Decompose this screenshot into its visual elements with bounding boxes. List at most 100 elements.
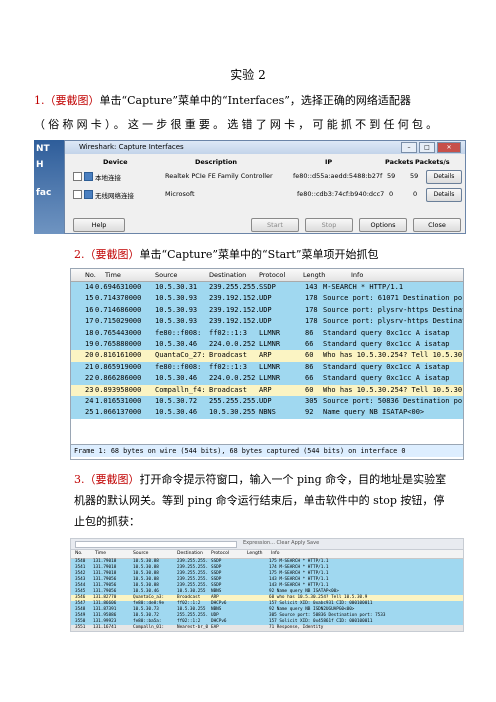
filter-input[interactable]: [75, 541, 237, 548]
packet-destination: ff02::1:3: [209, 362, 247, 371]
interface-checkbox[interactable]: [73, 172, 82, 181]
capture-interfaces-screenshot: NT Hfac Wireshark: Capture Interfaces – □…: [34, 140, 466, 234]
packet-source: 10.5.30.93: [155, 317, 198, 326]
header-ip: IP: [325, 158, 333, 166]
start-button[interactable]: Start: [251, 218, 299, 232]
packet-no: 19: [85, 339, 94, 348]
packet-info: M-SEARCH * HTTP/1.1: [323, 283, 404, 291]
packet-protocol: LLMNR: [259, 339, 281, 348]
step3-paragraph: 3.（要截图）打开命令提示符窗口，输入一个 ping 命令，目的地址是实验室机器…: [74, 469, 454, 532]
packet-destination: 255.255.255.: [209, 396, 260, 405]
packet-info: 71 Response, Identity: [269, 625, 324, 630]
packet-length: 60: [305, 351, 314, 360]
step1-text-b: （俗称网卡）。这一步很重要。选错了网卡，可能抓不到任何包。: [34, 118, 441, 131]
maximize-icon[interactable]: □: [419, 142, 435, 153]
packet-list-header: No. Time Source Destination Protocol Len…: [71, 550, 463, 559]
interface-packets: 59: [387, 172, 396, 180]
packet-no: 3551: [75, 625, 86, 630]
interface-row[interactable]: 无线网络连接 Microsoft fe80::cdb3:74cf:b940:dc…: [65, 187, 465, 202]
packet-source: fe80::f008:: [155, 328, 202, 337]
packet-time: 0.715029000: [95, 317, 142, 326]
close-button[interactable]: Close: [413, 218, 461, 232]
packet-length: 66: [305, 339, 314, 348]
packet-destination: 239.255.255.: [209, 283, 260, 291]
col-protocol: Protocol: [259, 271, 286, 279]
table-row[interactable]: 20 0.816161000 QuantaCo_27: Broadcast ARP 60 W…: [71, 350, 464, 362]
table-row[interactable]: 25 1.066137000 10.5.30.46 10.5.30.255 NBNS 92…: [71, 407, 463, 419]
capture-interfaces-dialog: Wireshark: Capture Interfaces – □ ✕ Devi…: [64, 140, 466, 234]
packet-time: 0.714370000: [95, 294, 142, 303]
packet-source: 10.5.30.31: [155, 283, 198, 291]
table-row[interactable]: 23 0.893958000 Compalln_f4: Broadcast ARP 60 W…: [71, 384, 463, 396]
packet-source: 10.5.30.46: [155, 339, 198, 348]
interfaces-header: Device Description IP Packets Packets/s: [65, 158, 465, 168]
table-row[interactable]: 15 0.714370000 10.5.30.93 239.192.152. UDP 17…: [71, 293, 463, 305]
table-row[interactable]: 19 0.765880000 10.5.30.46 224.0.0.252 LLMNR 6…: [71, 338, 463, 351]
table-row[interactable]: 18 0.765443000 fe80::f008: ff02::1:3 LLMNR 86…: [71, 327, 463, 339]
table-row[interactable]: 21 0.865919000 fe80::f008: ff02::1:3 LLMNR 86…: [71, 361, 463, 374]
packet-list-rows: 3540 131.79018 10.5.30.88 239.255.255. SSDP 1…: [71, 559, 463, 631]
details-button[interactable]: Details: [426, 170, 462, 184]
col-length: Length: [303, 271, 326, 279]
table-row[interactable]: 3551 131.16741 Compalln_01: Nearest-br_0 EAP…: [71, 625, 463, 631]
packet-protocol: UDP: [259, 396, 272, 405]
packet-no: 14: [85, 283, 94, 291]
table-row[interactable]: 17 0.715029000 10.5.30.93 239.192.152. UDP 17…: [71, 316, 463, 328]
packet-no: 17: [85, 317, 94, 326]
packet-destination: 239.192.152.: [209, 294, 260, 303]
packet-destination: Nearest-br_0: [177, 625, 209, 630]
packet-length: 178: [305, 305, 318, 314]
packet-no: 23: [85, 385, 94, 394]
packet-protocol: UDP: [259, 294, 272, 303]
interface-checkbox[interactable]: [73, 190, 82, 199]
stop-button[interactable]: Stop: [305, 218, 353, 232]
minimize-icon[interactable]: –: [401, 142, 417, 153]
packet-destination: 239.192.152.: [209, 305, 260, 314]
packet-info: Standard query 0xc1cc A isatap: [323, 374, 450, 383]
background-app-strip: NT Hfac: [34, 140, 64, 234]
filter-toolbar: Expression... Clear Apply Save: [71, 539, 463, 550]
options-button[interactable]: Options: [359, 218, 407, 232]
packet-info: Who has 10.5.30.254? Tell 10.5.30.74: [323, 351, 464, 360]
table-row[interactable]: 14 0.694631000 10.5.30.31 239.255.255. SSDP 1…: [71, 282, 463, 294]
packet-source: 10.5.30.93: [155, 294, 198, 303]
packet-destination: 224.0.0.252: [209, 374, 256, 383]
col-source: Source: [133, 551, 149, 556]
packet-time: 0.694631000: [95, 283, 142, 291]
col-time: Time: [95, 551, 107, 556]
col-info: Info: [351, 271, 364, 279]
packet-protocol: ARP: [259, 385, 272, 394]
table-row[interactable]: 16 0.714686000 10.5.30.93 239.192.152. UDP 17…: [71, 304, 463, 317]
packet-info: Standard query 0xc1cc A isatap: [323, 328, 450, 337]
table-row[interactable]: 24 1.016531000 10.5.30.72 255.255.255. UDP 30…: [71, 395, 463, 408]
dialog-title: Wireshark: Capture Interfaces: [79, 143, 184, 151]
help-button[interactable]: Help: [73, 218, 125, 232]
dialog-button-bar: Help Start Stop Options Close: [65, 218, 465, 232]
packet-detail-line[interactable]: Frame 1: 68 bytes on wire (544 bits), 68…: [71, 443, 463, 457]
packet-no: 22: [85, 374, 94, 383]
packet-no: 25: [85, 408, 94, 417]
packet-destination: Broadcast: [209, 351, 247, 360]
header-description: Description: [195, 158, 238, 166]
packet-destination: 10.5.30.255: [209, 408, 256, 417]
details-button[interactable]: Details: [426, 188, 462, 202]
packet-time: 0.816161000: [95, 351, 142, 360]
packet-time: 131.16741: [93, 625, 117, 630]
packet-time: 0.866286000: [95, 374, 142, 383]
packet-protocol: ARP: [259, 351, 272, 360]
packet-protocol: UDP: [259, 305, 272, 314]
interface-row[interactable]: 本地连接 Realtek PCIe FE Family Controller f…: [65, 169, 465, 184]
table-row[interactable]: 22 0.866286000 10.5.30.46 224.0.0.252 LLMNR 6…: [71, 373, 463, 385]
col-no: No.: [85, 271, 96, 279]
header-packets: Packets: [385, 158, 414, 166]
step3-screenshot-mark: （要截图）: [84, 473, 140, 486]
close-icon[interactable]: ✕: [437, 142, 461, 153]
step2-line: 2.（要截图）单击“Capture”菜单中的“Start”菜单项开始抓包: [74, 244, 464, 266]
step2-number: 2.: [74, 248, 85, 261]
filter-toolbar-label: Expression... Clear Apply Save: [243, 540, 320, 546]
packet-time: 0.714686000: [95, 305, 142, 314]
interface-packets-per-s: 0: [413, 190, 418, 198]
interface-device: 本地连接: [95, 174, 121, 182]
step2-text: 单击“Capture”菜单中的“Start”菜单项开始抓包: [139, 248, 379, 261]
col-source: Source: [155, 271, 178, 279]
